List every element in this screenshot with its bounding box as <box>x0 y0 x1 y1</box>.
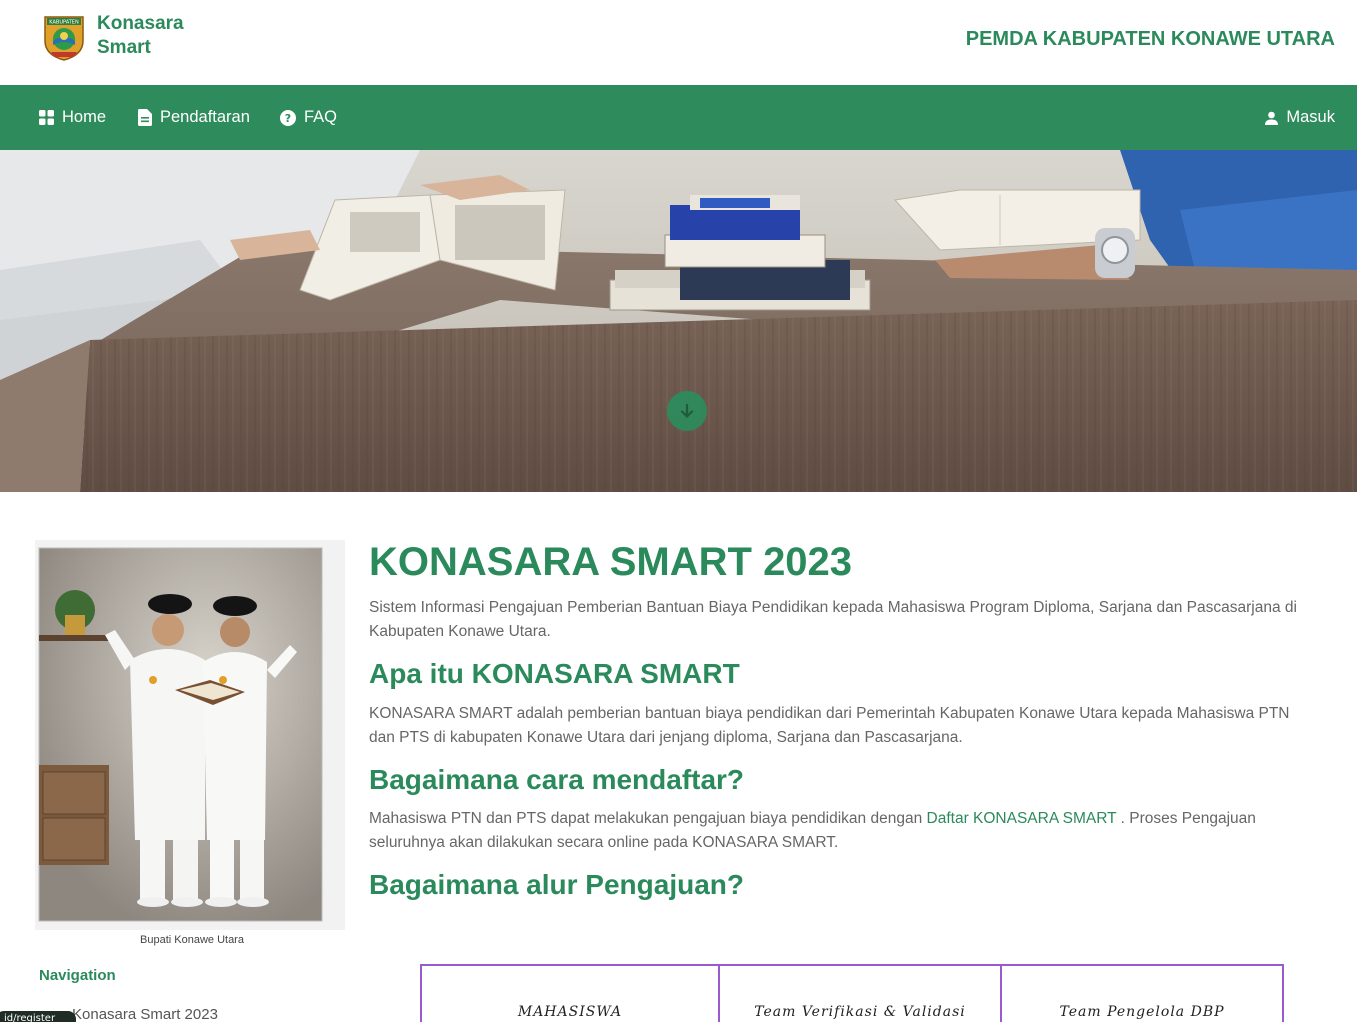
flow-step-verifikasi: Team Verifikasi & Validasi <box>718 964 1002 1022</box>
what-line-2: dan PTS di kabupaten Konawe Utara dari j… <box>369 729 963 746</box>
hero-image <box>0 150 1357 492</box>
intro-line-2: Kabupaten Konawe Utara. <box>369 623 551 640</box>
page-title: KONASARA SMART 2023 <box>369 540 853 584</box>
status-url-badge: id/register <box>0 1011 76 1022</box>
how-text-post: . Proses Pengajuan <box>1116 810 1256 827</box>
nav-home-label: Home <box>62 108 107 126</box>
daftar-link[interactable]: Daftar KONASARA SMART <box>927 810 1117 827</box>
how-line-2: seluruhnya akan dilakukan secara online … <box>369 834 839 851</box>
heading-what: Apa itu KONASARA SMART <box>369 658 740 689</box>
intro-line-1: Sistem Informasi Pengajuan Pemberian Ban… <box>369 599 1297 616</box>
question-circle-icon: ? <box>280 109 296 126</box>
svg-text:?: ? <box>285 112 291 125</box>
what-paragraph: KONASARA SMART adalah pemberian bantuan … <box>369 702 1329 750</box>
nav-masuk-label: Masuk <box>1286 108 1335 126</box>
scroll-down-button[interactable] <box>667 391 707 431</box>
flow-step-label: MAHASISWA <box>517 1004 623 1020</box>
user-icon <box>1265 111 1279 125</box>
nav-home[interactable]: Home <box>39 85 106 150</box>
svg-text:KABUPATEN: KABUPATEN <box>49 20 79 26</box>
how-text-pre: Mahasiswa PTN dan PTS dapat melakukan pe… <box>369 810 927 827</box>
bupati-photo <box>35 540 345 930</box>
arrow-down-icon <box>680 403 694 418</box>
top-header: KABUPATEN Konasara Smart PEMDA KABUPATEN… <box>0 0 1357 85</box>
nav-faq[interactable]: ? FAQ <box>280 85 337 150</box>
heading-flow: Bagaimana alur Pengajuan? <box>369 869 744 900</box>
flow-step-mahasiswa: MAHASISWA <box>420 964 720 1022</box>
what-line-1: KONASARA SMART adalah pemberian bantuan … <box>369 705 1290 722</box>
sidebar-nav-link[interactable]: Konasara Smart 2023 <box>72 1006 218 1022</box>
konawe-utara-logo[interactable]: KABUPATEN <box>41 11 87 61</box>
nav-pendaftaran[interactable]: Pendaftaran <box>138 85 250 150</box>
heading-how: Bagaimana cara mendaftar? <box>369 764 745 795</box>
brand-line-2: Smart <box>97 37 151 58</box>
main-navbar: Home Pendaftaran ? FAQ Masuk <box>0 85 1357 150</box>
photo-caption: Bupati Konawe Utara <box>140 934 244 946</box>
flow-step-label: Team Verifikasi & Validasi <box>754 1004 966 1020</box>
flow-step-label: Team Pengelola DBP <box>1059 1004 1225 1020</box>
dashboard-icon <box>39 110 54 125</box>
sidebar-nav-heading: Navigation <box>39 967 116 984</box>
document-icon <box>138 109 152 126</box>
nav-faq-label: FAQ <box>304 108 338 126</box>
intro-paragraph: Sistem Informasi Pengajuan Pemberian Ban… <box>369 596 1329 644</box>
hero-banner <box>0 150 1357 492</box>
brand-line-1: Konasara <box>97 13 184 34</box>
org-name: PEMDA KABUPATEN KONAWE UTARA <box>965 28 1335 50</box>
how-paragraph: Mahasiswa PTN dan PTS dapat melakukan pe… <box>369 807 1329 855</box>
nav-masuk[interactable]: Masuk <box>1265 85 1335 150</box>
nav-pendaftaran-label: Pendaftaran <box>160 108 250 126</box>
flow-step-pengelola: Team Pengelola DBP <box>1000 964 1284 1022</box>
how-line-1: Mahasiswa PTN dan PTS dapat melakukan pe… <box>369 807 1329 831</box>
brand-name[interactable]: Konasara Smart <box>97 12 184 60</box>
